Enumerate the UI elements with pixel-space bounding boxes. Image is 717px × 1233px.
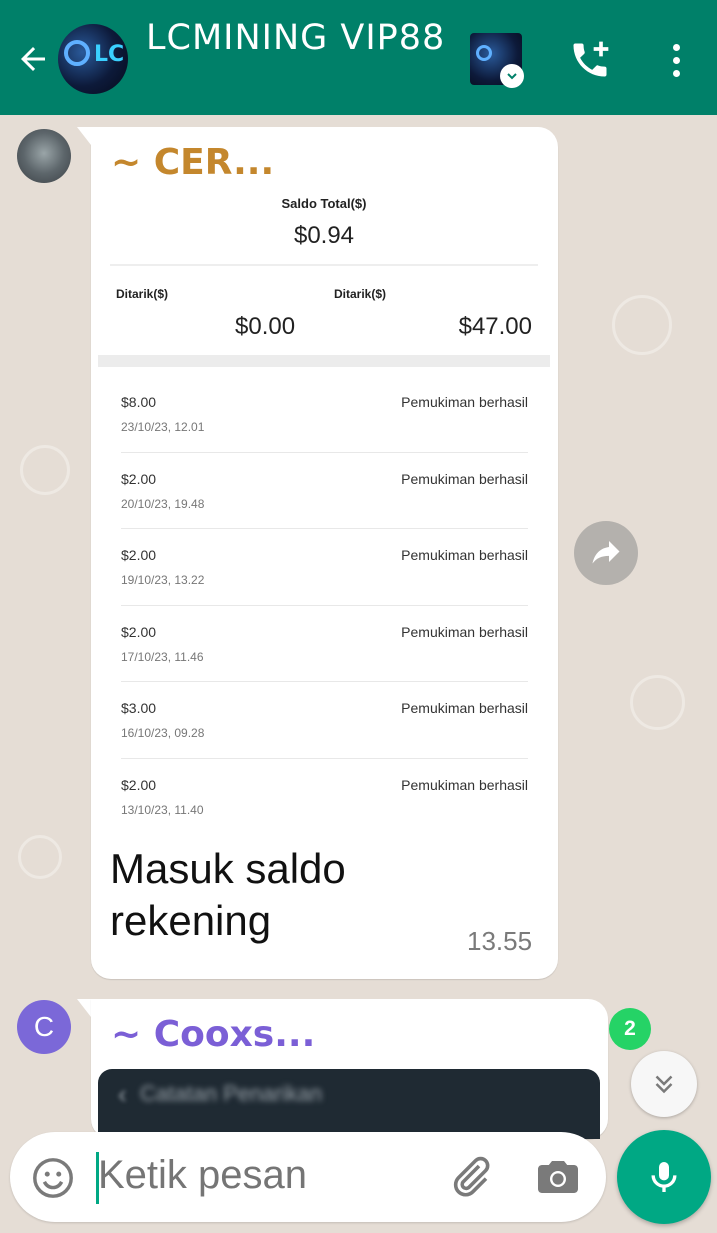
transaction-amount: $3.00 (121, 700, 157, 716)
sender-avatar[interactable] (17, 129, 71, 183)
double-chevron-down-icon (655, 1075, 673, 1094)
message-caption: Masuk saldo rekening (110, 845, 346, 944)
chevron-left-icon: ‹ (118, 1079, 127, 1109)
unread-badge: 2 (609, 1008, 651, 1050)
divider (98, 355, 550, 367)
attach-button[interactable] (446, 1153, 496, 1203)
transaction-amount: $2.00 (121, 547, 157, 563)
transaction-amount: $2.00 (121, 623, 157, 640)
video-call-button[interactable] (470, 33, 524, 88)
transaction-date: 20/10/23, 19.48 (121, 496, 205, 511)
chevron-down-icon (500, 64, 524, 88)
arrow-left-icon (21, 47, 45, 71)
saldo-total-label: Saldo Total($) (281, 196, 367, 211)
transaction-row: $2.00 13/10/23, 11.40 Pemukiman berhasil (121, 759, 528, 836)
wallpaper-doodle (630, 675, 685, 730)
ditarik-value: $47.00 (458, 313, 532, 340)
ditarik-value: $0.00 (235, 313, 296, 340)
transaction-row: $3.00 16/10/23, 09.28 Pemukiman berhasil (121, 682, 528, 759)
transaction-row: $2.00 17/10/23, 11.46 Pemukiman berhasil (121, 606, 528, 682)
ditarik-label: Ditarik($) (334, 287, 387, 301)
transaction-date: 16/10/23, 09.28 (121, 726, 205, 740)
mic-icon (651, 1162, 677, 1192)
add-call-icon (573, 41, 609, 77)
dot-icon (672, 69, 680, 77)
emoji-icon (33, 1158, 73, 1198)
camera-button[interactable] (534, 1153, 584, 1203)
transaction-list: $8.00 23/10/23, 12.01 Pemukiman berhasil… (98, 376, 550, 835)
transaction-status: Pemukiman berhasil (401, 700, 528, 716)
forward-button[interactable] (574, 521, 638, 585)
dot-icon (672, 43, 680, 51)
transaction-date: 19/10/23, 13.22 (121, 573, 205, 587)
image-title: Catatan Penarikan (140, 1081, 323, 1106)
transaction-date: 13/10/23, 11.40 (121, 802, 204, 817)
wallpaper-doodle (612, 295, 672, 355)
paperclip-icon (453, 1156, 490, 1197)
sender-name[interactable]: ~ Cooxs... (111, 1014, 315, 1055)
transaction-amount: $2.00 (121, 776, 157, 793)
transaction-row: $2.00 20/10/23, 19.48 Pemukiman berhasil (121, 453, 528, 529)
transaction-status: Pemukiman berhasil (401, 547, 528, 563)
transaction-amount: $8.00 (121, 394, 157, 410)
transaction-amount: $2.00 (121, 470, 157, 487)
logo-ring-icon (476, 45, 492, 61)
sender-avatar[interactable]: C (17, 1000, 71, 1054)
message-image[interactable]: Saldo Total($) $0.94 Ditarik($) Ditarik(… (98, 188, 550, 828)
voice-message-button[interactable] (617, 1130, 711, 1224)
group-avatar[interactable]: LC (58, 24, 128, 94)
scroll-down-button[interactable] (631, 1051, 697, 1117)
chat-header: LC LCMINING VIP88 (0, 0, 717, 115)
ditarik-label: Ditarik($) (116, 287, 169, 301)
sender-name[interactable]: ~ CER... (111, 142, 274, 183)
emoji-button[interactable] (30, 1155, 76, 1201)
wallpaper-doodle (18, 835, 62, 879)
camera-icon (538, 1161, 578, 1193)
logo-text: LC (94, 42, 125, 67)
message-input[interactable] (98, 1153, 428, 1198)
saldo-total-value: $0.94 (293, 222, 355, 249)
wallpaper-doodle (20, 445, 70, 495)
transaction-status: Pemukiman berhasil (401, 470, 528, 487)
dot-icon (672, 56, 680, 64)
add-call-button[interactable] (568, 38, 616, 82)
back-button[interactable] (10, 36, 56, 82)
more-options-button[interactable] (660, 38, 692, 82)
transaction-status: Pemukiman berhasil (401, 394, 528, 410)
forward-icon (592, 541, 620, 564)
divider (110, 264, 538, 266)
transaction-date: 23/10/23, 12.01 (121, 420, 205, 434)
chat-title[interactable]: LCMINING VIP88 (146, 18, 445, 58)
transaction-status: Pemukiman berhasil (401, 623, 528, 640)
transaction-row: $8.00 23/10/23, 12.01 Pemukiman berhasil (121, 376, 528, 453)
bubble-tail (77, 999, 91, 1017)
logo-ring-icon (64, 40, 90, 66)
transaction-status: Pemukiman berhasil (401, 776, 528, 793)
transaction-date: 17/10/23, 11.46 (121, 649, 204, 664)
message-time: 13.55 (467, 926, 533, 956)
transaction-row: $2.00 19/10/23, 13.22 Pemukiman berhasil (121, 529, 528, 606)
